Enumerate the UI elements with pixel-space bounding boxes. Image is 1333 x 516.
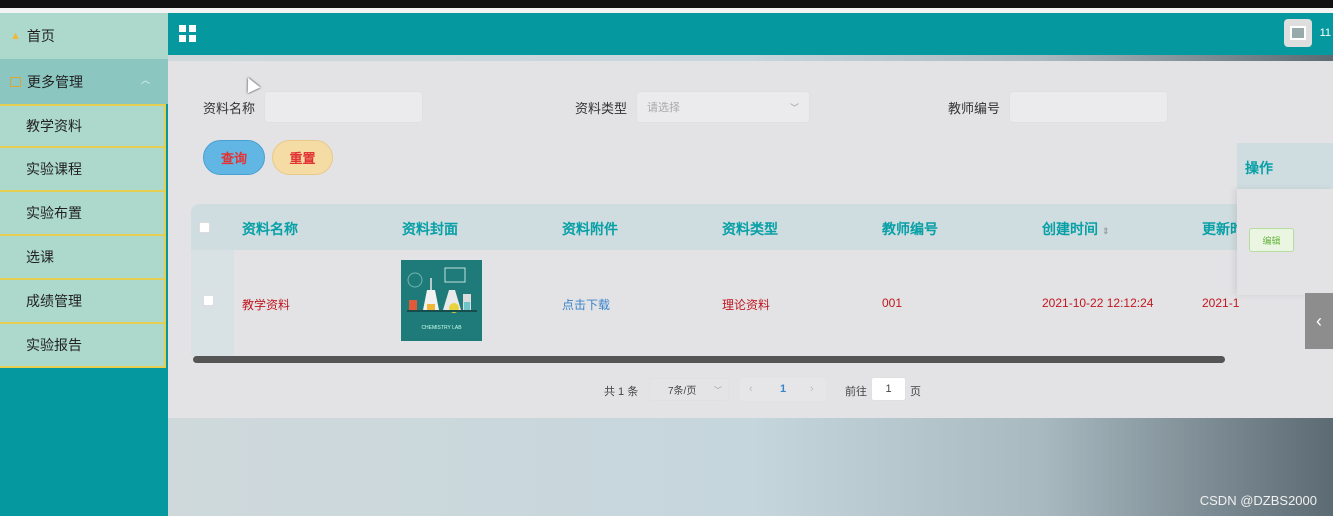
cover-image[interactable]: CHEMISTRY LAB — [401, 260, 482, 341]
sidebar-item-label: 选课 — [26, 249, 54, 265]
column-header-created-time[interactable]: 创建时间 ⇕ — [1042, 219, 1110, 239]
goto-label: 前往 — [845, 386, 867, 398]
page-size-value: 7条/页 — [668, 386, 697, 397]
cell-updated-time: 2021-1 — [1202, 296, 1240, 310]
sidebar-item-label: 首页 — [26, 28, 55, 44]
sort-icon[interactable]: ⇕ — [1102, 226, 1110, 236]
operation-column: 操作 编辑 — [1237, 143, 1333, 295]
copy-icon — [10, 76, 21, 87]
home-icon: ▲ — [10, 30, 21, 42]
sidebar-item-teaching-materials[interactable]: 教学资料 — [0, 104, 166, 148]
sidebar-item-experiment-report[interactable]: 实验报告 — [0, 324, 166, 368]
sidebar-item-grade-management[interactable]: 成绩管理 — [0, 280, 166, 324]
cell-name: 教学资料 — [242, 298, 291, 312]
goto-unit-label: 页 — [910, 386, 921, 398]
material-type-select[interactable]: 请选择 ﹀ — [636, 91, 810, 123]
cell-type: 理论资料 — [722, 298, 771, 312]
sidebar-item-experiment-courses[interactable]: 实验课程 — [0, 148, 166, 192]
select-placeholder: 请选择 — [647, 102, 680, 114]
cell-teacher-number: 001 — [882, 296, 903, 310]
cover-caption: CHEMISTRY LAB — [421, 325, 462, 331]
edit-button[interactable]: 编辑 — [1249, 228, 1294, 252]
main-content: 资料名称 资料类型 请选择 ﹀ 教师编号 查询 重置 资料名称 资料封面 资料附… — [168, 55, 1333, 516]
pagination-total: 共 1 条 — [604, 386, 639, 398]
page-navigation: ‹ 1 › — [740, 378, 826, 401]
column-header-cover: 资料封面 — [402, 221, 458, 237]
top-header: 11 — [168, 13, 1333, 55]
table-header: 资料名称 资料封面 资料附件 资料类型 教师编号 创建时间 ⇕ 更新时 — [191, 204, 1333, 250]
sidebar-item-label: 实验布置 — [26, 205, 82, 221]
chevron-down-icon: ﹀ — [789, 103, 799, 113]
sidebar-item-label: 实验报告 — [26, 337, 82, 353]
column-header-actions: 操作 — [1245, 160, 1273, 176]
operation-column-header: 操作 — [1237, 143, 1333, 189]
pagination: 共 1 条 7条/页 ﹀ ‹ 1 › 前往 1 页 — [0, 377, 1333, 401]
sidebar-submenu: 教学资料 实验课程 实验布置 选课 成绩管理 实验报告 — [0, 104, 168, 368]
operation-cell: 编辑 — [1237, 189, 1333, 295]
chevron-down-icon: ﹀ — [714, 386, 722, 395]
material-type-label: 资料类型 — [575, 101, 628, 116]
materials-table: 资料名称 资料封面 资料附件 资料类型 教师编号 创建时间⇕ 更新时 教学资料 — [191, 204, 1333, 364]
column-header-name: 资料名称 — [242, 221, 298, 237]
cell-created-time: 2021-10-22 12:12:24 — [1042, 296, 1154, 310]
sidebar-item-home[interactable]: ▲ 首页 — [0, 13, 168, 59]
sidebar-item-course-selection[interactable]: 选课 — [0, 236, 166, 280]
goto-page-input[interactable]: 1 — [871, 377, 906, 401]
table-row: 教学资料 CHEMISTRY LAB 点击下载 理论资料 001 2021-10… — [191, 250, 1333, 356]
grid-menu-icon[interactable] — [179, 25, 196, 42]
teacher-number-label: 教师编号 — [948, 101, 1001, 116]
material-name-label: 资料名称 — [203, 101, 256, 116]
teacher-number-input[interactable] — [1009, 91, 1168, 123]
horizontal-scrollbar[interactable] — [193, 356, 1225, 363]
chevron-left-icon: ‹ — [1316, 310, 1322, 331]
current-page[interactable]: 1 — [780, 383, 786, 395]
sidebar: ▲ 首页 更多管理 ︿ 教学资料 实验课程 实验布置 选课 成绩管理 实验报告 — [0, 13, 168, 516]
user-name[interactable]: 11 — [1320, 27, 1331, 39]
top-black-strip — [0, 0, 1333, 8]
query-button[interactable]: 查询 — [203, 140, 265, 175]
sidebar-item-experiment-assignment[interactable]: 实验布置 — [0, 192, 166, 236]
select-all-checkbox[interactable] — [199, 222, 210, 233]
content-panel: 资料名称 资料类型 请选择 ﹀ 教师编号 查询 重置 资料名称 资料封面 资料附… — [168, 61, 1333, 418]
collapse-panel-tab[interactable]: ‹ — [1305, 293, 1333, 349]
sidebar-item-label: 成绩管理 — [26, 293, 82, 309]
image-icon — [1290, 26, 1306, 40]
row-checkbox[interactable] — [203, 295, 214, 306]
material-name-input[interactable] — [264, 91, 423, 123]
avatar[interactable] — [1284, 19, 1312, 47]
column-header-type: 资料类型 — [722, 221, 778, 237]
page-size-select[interactable]: 7条/页 ﹀ — [649, 378, 729, 401]
column-header-attachment: 资料附件 — [562, 221, 618, 237]
chevron-up-icon: ︿ — [140, 75, 150, 85]
sidebar-group-label: 更多管理 — [27, 73, 83, 90]
sidebar-group-more-management[interactable]: 更多管理 ︿ — [0, 59, 168, 104]
reset-button[interactable]: 重置 — [272, 140, 333, 175]
column-header-teacher-number: 教师编号 — [882, 221, 938, 237]
watermark: CSDN @DZBS2000 — [1199, 493, 1317, 508]
sidebar-item-label: 教学资料 — [26, 118, 82, 134]
download-link[interactable]: 点击下载 — [562, 296, 610, 313]
sidebar-item-label: 实验课程 — [26, 161, 82, 177]
row-select-cell — [191, 250, 234, 356]
search-form: 资料名称 资料类型 请选择 ﹀ 教师编号 — [168, 91, 1333, 123]
prev-page-icon[interactable]: ‹ — [749, 383, 753, 395]
next-page-icon[interactable]: › — [810, 383, 814, 395]
